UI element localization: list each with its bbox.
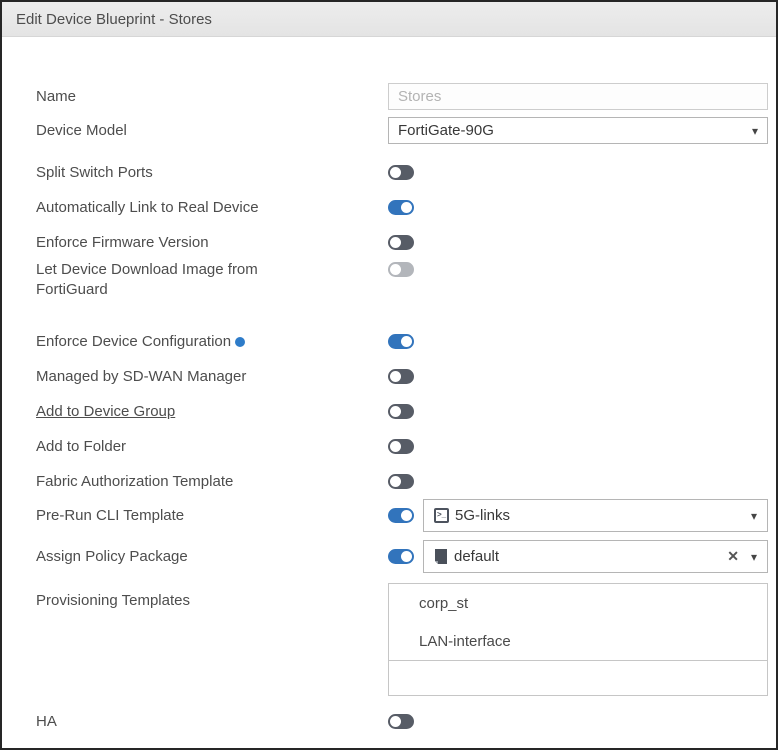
form-row-fabric-auth: Fabric Authorization Template bbox=[36, 464, 768, 499]
auto-link-toggle[interactable] bbox=[388, 200, 414, 215]
device-model-label: Device Model bbox=[36, 122, 127, 139]
managed-sdwan-toggle[interactable] bbox=[388, 369, 414, 384]
provisioning-templates-label: Provisioning Templates bbox=[36, 592, 190, 609]
managed-sdwan-label: Managed by SD-WAN Manager bbox=[36, 368, 246, 385]
fabric-auth-toggle[interactable] bbox=[388, 474, 414, 489]
split-switch-ports-label: Split Switch Ports bbox=[36, 164, 153, 181]
enforce-device-config-label: Enforce Device Configuration bbox=[36, 333, 231, 350]
enforce-device-config-toggle[interactable] bbox=[388, 334, 414, 349]
assign-policy-dropdown[interactable]: default ✕ ▾ bbox=[423, 540, 768, 573]
edit-device-blueprint-dialog: Edit Device Blueprint - Stores Name Devi… bbox=[0, 0, 778, 750]
pre-run-cli-label: Pre-Run CLI Template bbox=[36, 507, 184, 524]
list-item[interactable]: corp_st bbox=[389, 584, 767, 622]
chevron-down-icon[interactable]: ▾ bbox=[751, 550, 757, 564]
form-row-split-switch-ports: Split Switch Ports bbox=[36, 155, 768, 190]
form-row-pre-run-cli: Pre-Run CLI Template >_ 5G-links ▾ bbox=[36, 499, 768, 532]
list-item[interactable]: LAN-interface bbox=[389, 622, 767, 660]
enforce-firmware-toggle[interactable] bbox=[388, 235, 414, 250]
assign-policy-label: Assign Policy Package bbox=[36, 548, 188, 565]
let-device-download-toggle bbox=[388, 262, 414, 277]
name-label: Name bbox=[36, 88, 76, 105]
clear-icon[interactable]: ✕ bbox=[727, 548, 739, 565]
add-folder-label: Add to Folder bbox=[36, 438, 126, 455]
form-row-managed-sdwan: Managed by SD-WAN Manager bbox=[36, 359, 768, 394]
pre-run-cli-value: 5G-links bbox=[455, 507, 751, 524]
device-model-dropdown[interactable]: FortiGate-90G ▾ bbox=[388, 117, 768, 144]
form-row-auto-link: Automatically Link to Real Device bbox=[36, 190, 768, 225]
form-row-name: Name bbox=[36, 83, 768, 110]
dialog-title: Edit Device Blueprint - Stores bbox=[2, 2, 776, 37]
pre-run-cli-dropdown[interactable]: >_ 5G-links ▾ bbox=[423, 499, 768, 532]
form-row-ha: HA bbox=[36, 704, 768, 739]
provisioning-templates-list: corp_st LAN-interface bbox=[388, 583, 768, 661]
form-row-provisioning-templates: Provisioning Templates corp_st LAN-inter… bbox=[36, 583, 768, 696]
info-dot-icon bbox=[235, 337, 245, 347]
fabric-auth-label: Fabric Authorization Template bbox=[36, 473, 233, 490]
provisioning-templates-box: corp_st LAN-interface bbox=[388, 583, 768, 696]
chevron-down-icon[interactable]: ▾ bbox=[752, 124, 758, 138]
assign-policy-toggle[interactable] bbox=[388, 549, 414, 564]
dialog-body: Name Device Model FortiGate-90G ▾ Split … bbox=[2, 37, 776, 739]
chevron-down-icon[interactable]: ▾ bbox=[751, 509, 757, 523]
cli-terminal-icon: >_ bbox=[434, 508, 449, 523]
provisioning-templates-input[interactable] bbox=[388, 661, 768, 696]
form-row-device-model: Device Model FortiGate-90G ▾ bbox=[36, 117, 768, 144]
form-row-enforce-firmware: Enforce Firmware Version bbox=[36, 225, 768, 260]
form-row-add-folder: Add to Folder bbox=[36, 429, 768, 464]
add-device-group-toggle[interactable] bbox=[388, 404, 414, 419]
form-row-add-device-group: Add to Device Group bbox=[36, 394, 768, 429]
split-switch-ports-toggle[interactable] bbox=[388, 165, 414, 180]
add-device-group-link[interactable]: Add to Device Group bbox=[36, 403, 175, 420]
pre-run-cli-toggle[interactable] bbox=[388, 508, 414, 523]
add-folder-toggle[interactable] bbox=[388, 439, 414, 454]
enforce-firmware-label: Enforce Firmware Version bbox=[36, 234, 209, 251]
form-row-let-device-download: Let Device Download Image from FortiGuar… bbox=[36, 260, 768, 324]
auto-link-label: Automatically Link to Real Device bbox=[36, 199, 259, 216]
form-row-assign-policy: Assign Policy Package default ✕ ▾ bbox=[36, 540, 768, 573]
assign-policy-value: default bbox=[454, 548, 727, 565]
form-row-enforce-device-config: Enforce Device Configuration bbox=[36, 324, 768, 359]
name-input bbox=[388, 83, 768, 110]
let-device-download-label: Let Device Download Image from FortiGuar… bbox=[36, 261, 258, 298]
policy-package-icon bbox=[434, 549, 448, 564]
ha-toggle[interactable] bbox=[388, 714, 414, 729]
device-model-value: FortiGate-90G bbox=[398, 122, 752, 139]
ha-label: HA bbox=[36, 713, 57, 730]
